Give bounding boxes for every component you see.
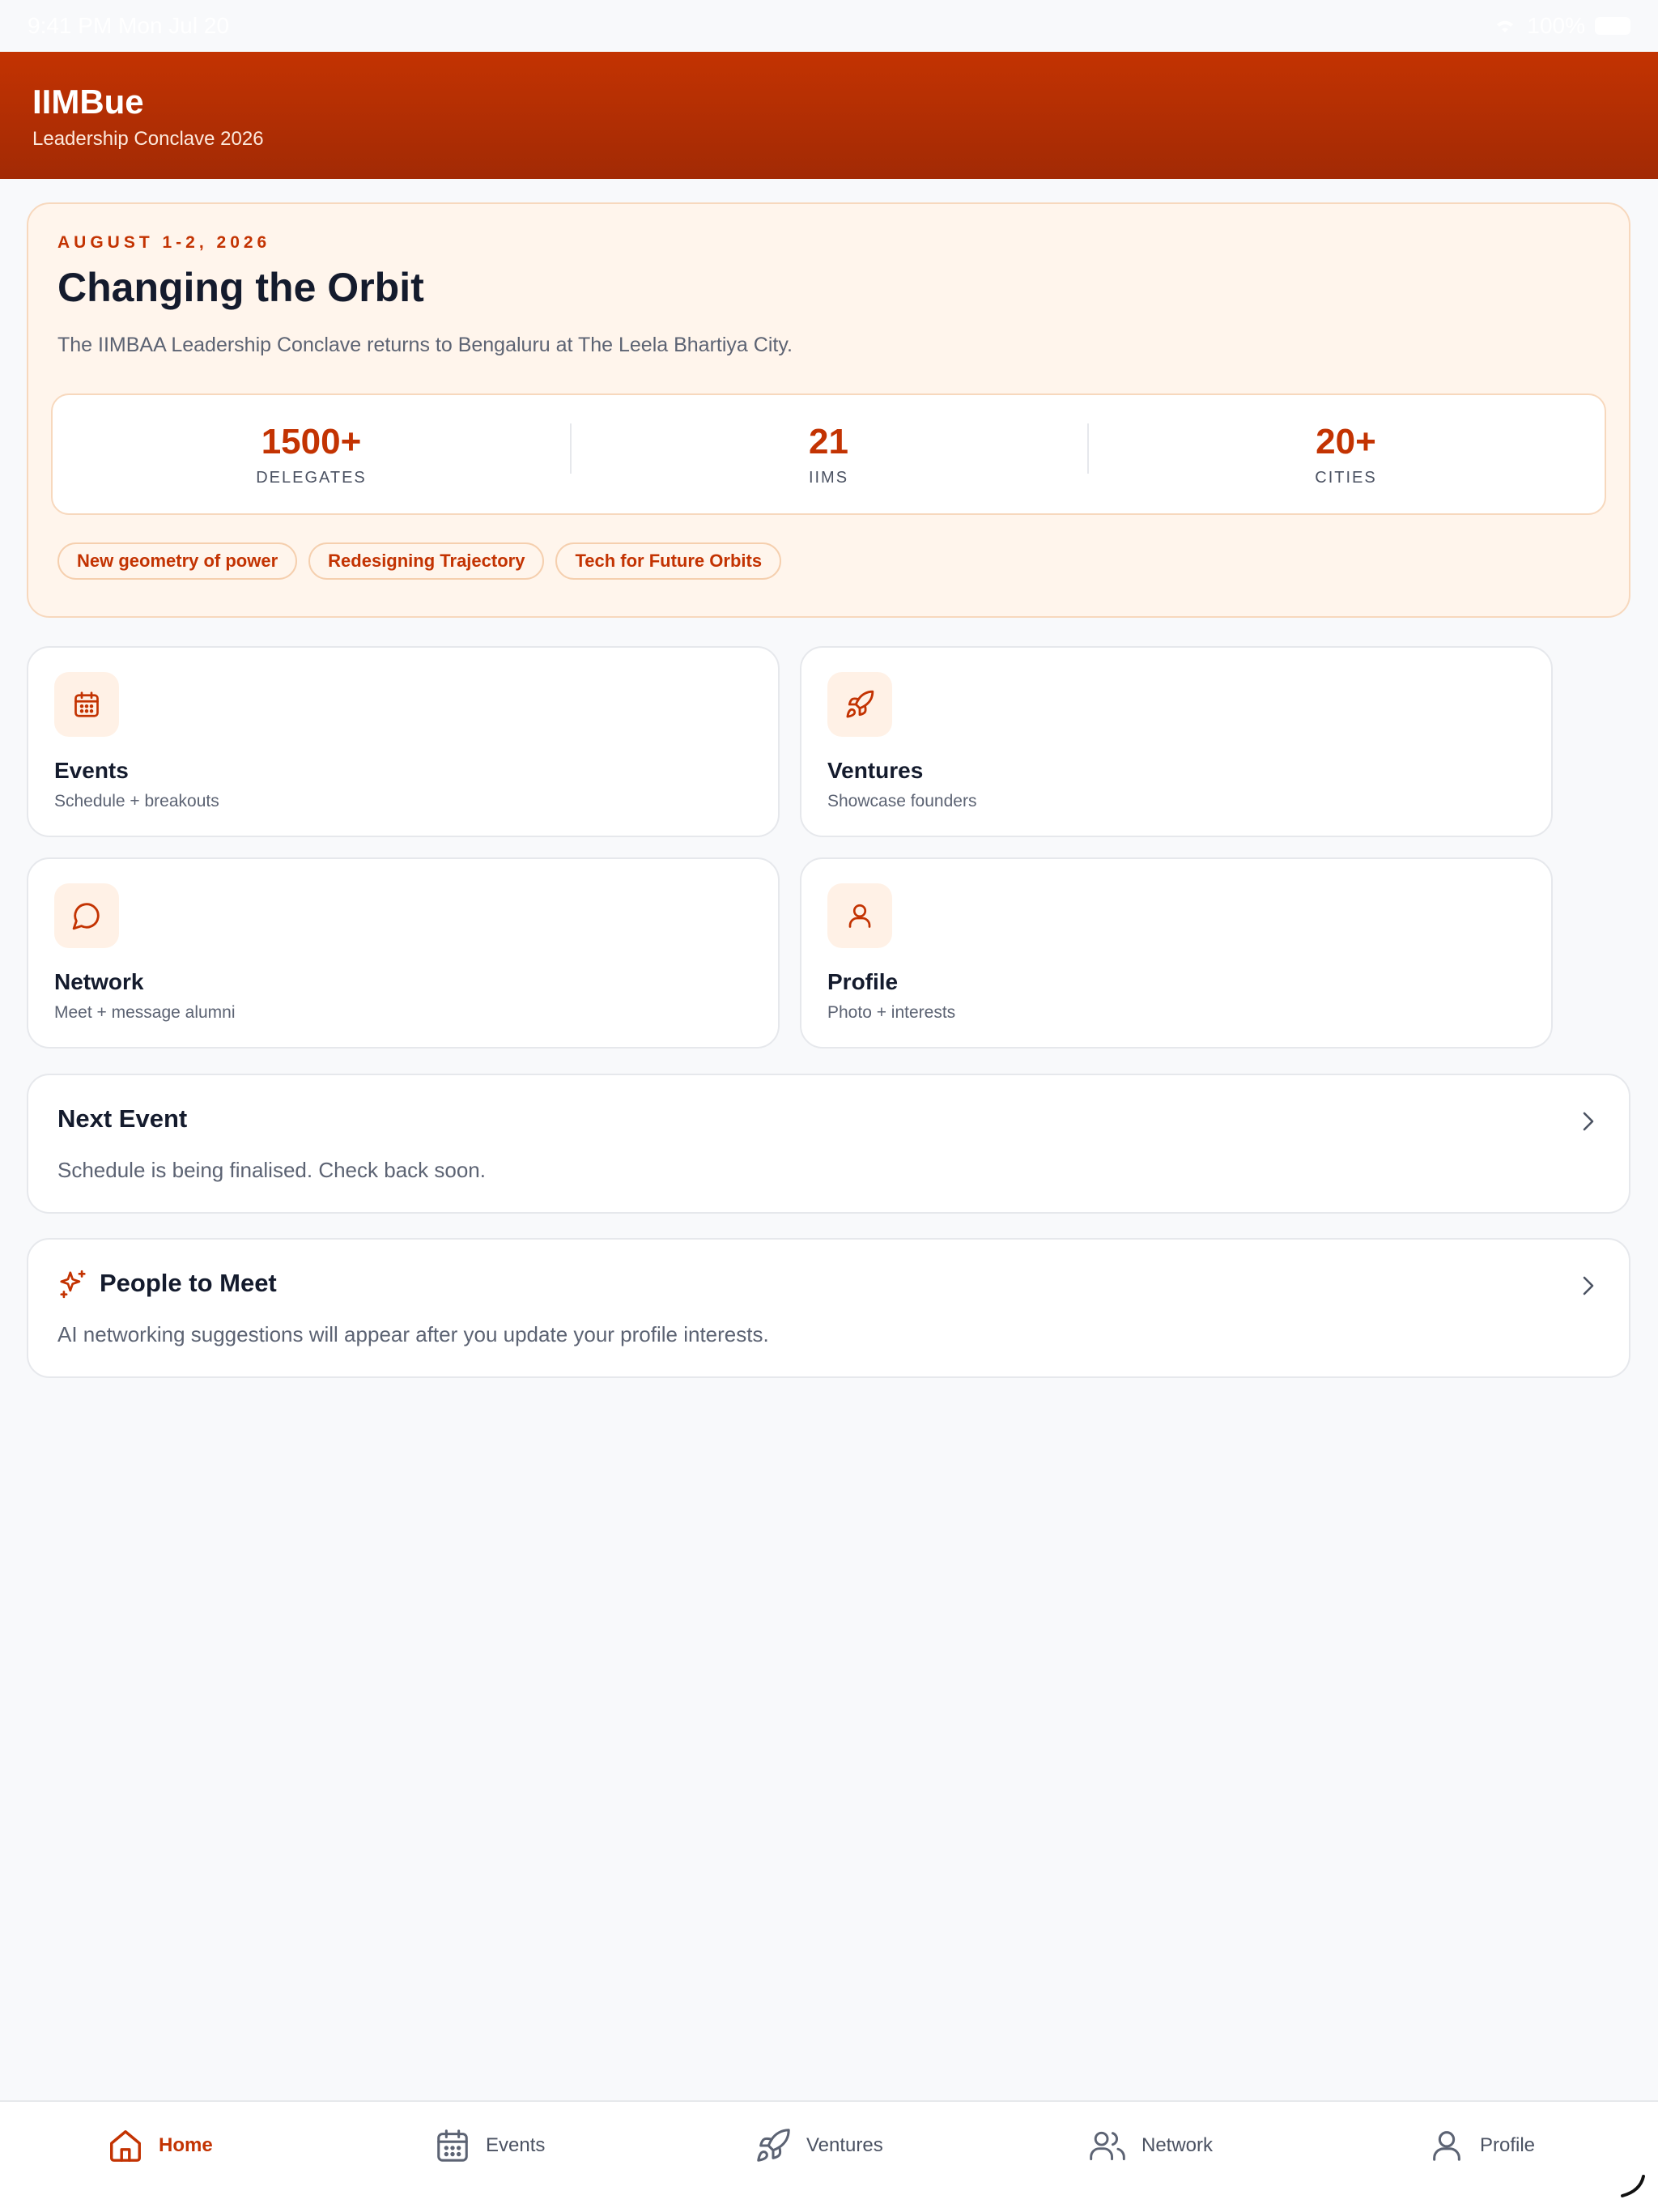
stat-cities: 20+ CITIES: [1087, 422, 1605, 487]
theme-tags: New geometry of power Redesigning Trajec…: [57, 542, 782, 580]
hero-card: AUGUST 1-2, 2026 Changing the Orbit The …: [27, 202, 1630, 618]
tab-label: Home: [159, 2134, 213, 2156]
stat-label: CITIES: [1315, 468, 1377, 487]
stats-panel: 1500+ DELEGATES 21 IIMS 20+ CITIES: [51, 393, 1606, 515]
calendar-icon: [54, 672, 119, 737]
calendar-icon: [437, 2129, 468, 2162]
stat-delegates: 1500+ DELEGATES: [53, 422, 570, 487]
tile-ventures[interactable]: Ventures Showcase founders: [800, 646, 1553, 837]
rocket-icon: [757, 2129, 790, 2162]
theme-tag: New geometry of power: [57, 542, 298, 580]
people-to-meet-card[interactable]: People to Meet AI networking suggestions…: [27, 1238, 1630, 1378]
hero-title: Changing the Orbit: [57, 265, 424, 310]
tile-title: Events: [54, 758, 129, 783]
users-icon: [1090, 2131, 1125, 2161]
battery-percent: 100%: [1527, 13, 1585, 38]
stat-iims: 21 IIMS: [570, 422, 1087, 487]
tile-subtitle: Photo + interests: [827, 1003, 956, 1022]
card-body: AI networking suggestions will appear af…: [57, 1322, 769, 1346]
theme-tag: Tech for Future Orbits: [555, 542, 782, 580]
tile-network[interactable]: Network Meet + message alumni: [27, 857, 780, 1049]
resize-handle-icon: [1621, 2175, 1645, 2197]
battery-icon: [1595, 17, 1630, 35]
tile-events[interactable]: Events Schedule + breakouts: [27, 646, 780, 837]
rocket-icon: [827, 672, 892, 737]
stat-label: IIMS: [808, 468, 849, 487]
tab-label: Events: [486, 2134, 546, 2156]
status-bar: 9:41 PM Mon Jul 20 100%: [0, 0, 1658, 52]
tile-profile[interactable]: Profile Photo + interests: [800, 857, 1553, 1049]
tile-subtitle: Meet + message alumni: [54, 1003, 236, 1022]
hero-description: The IIMBAA Leadership Conclave returns t…: [57, 334, 793, 356]
tab-network[interactable]: Network: [1088, 2123, 1213, 2168]
next-event-card[interactable]: Next Event Schedule is being finalised. …: [27, 1074, 1630, 1214]
event-date: AUGUST 1-2, 2026: [57, 233, 271, 252]
home-icon: [110, 2130, 141, 2162]
tile-title: Profile: [827, 969, 899, 994]
stat-value: 20+: [1316, 421, 1376, 462]
tab-label: Network: [1141, 2134, 1214, 2156]
chevron-right-icon: [1583, 1112, 1594, 1131]
stat-label: DELEGATES: [256, 468, 367, 487]
app-title: IIMBue: [32, 83, 144, 121]
tab-events[interactable]: Events: [434, 2123, 545, 2168]
wifi-icon: [1497, 20, 1514, 32]
stat-value: 1500+: [261, 421, 362, 462]
card-title: Next Event: [57, 1104, 188, 1133]
tab-label: Profile: [1480, 2134, 1536, 2156]
tile-subtitle: Schedule + breakouts: [54, 792, 219, 810]
card-title: People to Meet: [100, 1269, 277, 1297]
stat-value: 21: [809, 421, 848, 462]
chevron-right-icon: [1583, 1276, 1594, 1295]
theme-tag: Redesigning Trajectory: [308, 542, 545, 580]
status-right: 100%: [1493, 13, 1630, 39]
tile-subtitle: Showcase founders: [827, 792, 977, 810]
bottom-tab-bar: Home Events Ventures Network Profile: [0, 2100, 1658, 2212]
user-icon: [827, 883, 892, 948]
tab-ventures[interactable]: Ventures: [755, 2123, 883, 2168]
tile-title: Ventures: [827, 758, 924, 783]
tile-title: Network: [54, 969, 144, 994]
sparkles-icon: [60, 1270, 86, 1299]
tab-label: Ventures: [806, 2134, 883, 2156]
card-body: Schedule is being finalised. Check back …: [57, 1158, 486, 1182]
user-icon: [1433, 2131, 1460, 2161]
app-header: IIMBue Leadership Conclave 2026: [0, 52, 1658, 179]
app-subtitle: Leadership Conclave 2026: [32, 128, 264, 150]
chat-icon: [54, 883, 119, 948]
status-time: 9:41 PM Mon Jul 20: [28, 13, 230, 38]
tab-home[interactable]: Home: [107, 2123, 213, 2168]
tab-profile[interactable]: Profile: [1428, 2123, 1535, 2168]
